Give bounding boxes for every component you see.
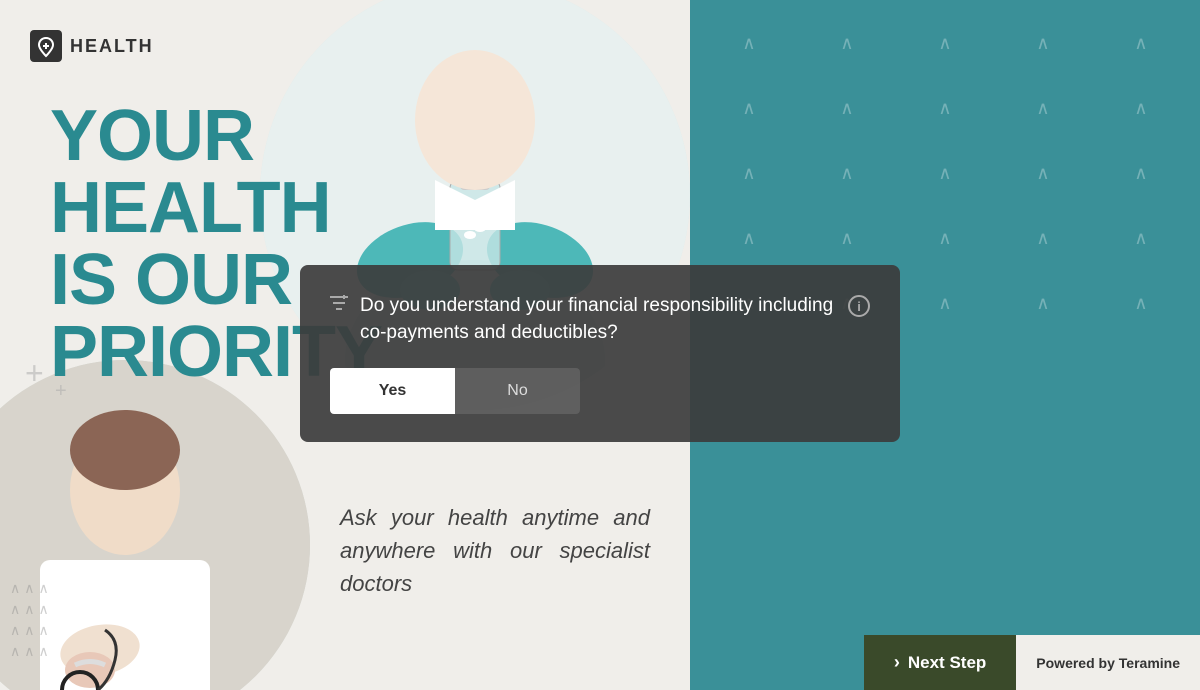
- next-step-label: Next Step: [908, 653, 986, 673]
- powered-by: Powered by Teramine: [1016, 635, 1200, 690]
- bottom-bar: › Next Step Powered by Teramine: [0, 635, 1200, 690]
- dialog-question: Do you understand your financial respons…: [360, 293, 848, 346]
- svg-text:i: i: [857, 299, 861, 314]
- filter-icon: [330, 295, 348, 316]
- dialog-buttons: Yes No: [330, 368, 580, 414]
- dialog-header: Do you understand your financial respons…: [330, 293, 870, 346]
- powered-by-prefix: Powered by: [1036, 655, 1115, 671]
- no-button[interactable]: No: [455, 368, 580, 414]
- plus-decoration-1: +: [25, 355, 44, 392]
- dialog-box: Do you understand your financial respons…: [300, 265, 900, 442]
- dialog-header-left: Do you understand your financial respons…: [330, 293, 848, 346]
- powered-by-brand: Teramine: [1119, 655, 1180, 671]
- logo-text: HEALTH: [70, 36, 154, 57]
- logo-icon: [30, 30, 62, 62]
- logo-area: HEALTH: [30, 30, 154, 62]
- bottom-caption: Ask your health anytime and anywhere wit…: [340, 501, 650, 600]
- info-icon[interactable]: i: [848, 295, 870, 323]
- arrow-icon: ›: [894, 652, 900, 673]
- yes-button[interactable]: Yes: [330, 368, 455, 414]
- next-step-button[interactable]: › Next Step: [864, 635, 1016, 690]
